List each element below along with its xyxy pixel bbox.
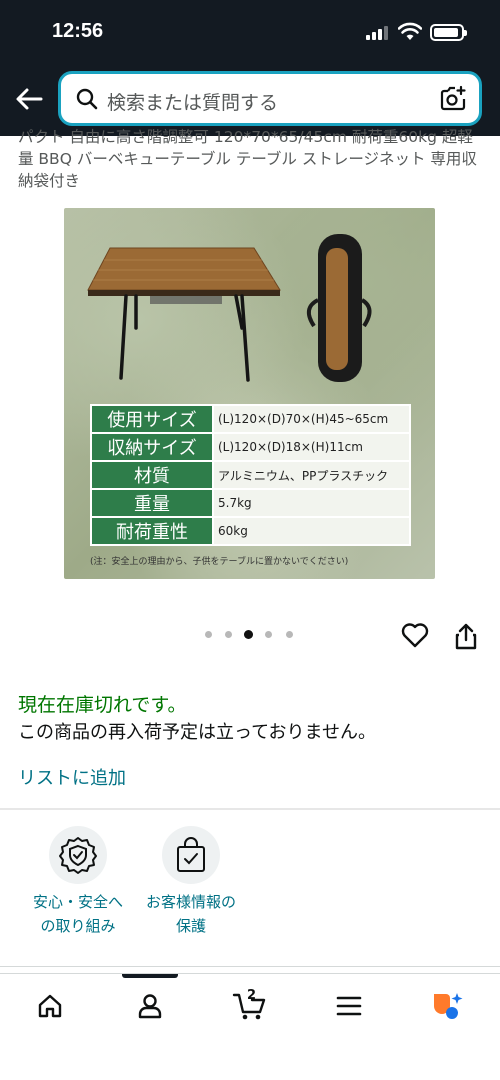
- feature-label: 安心・安全へ の取り組み: [18, 890, 138, 938]
- safety-badge-icon: [59, 837, 97, 874]
- feature-icon-circle: [49, 826, 107, 884]
- spec-value: アルミニウム、PPプラスチック: [212, 460, 411, 490]
- nav-menu[interactable]: [324, 988, 374, 1024]
- safety-note: (注：安全上の理由から、子供をテーブルに置かないでください): [90, 557, 349, 567]
- feature-label-line: 保護: [175, 917, 206, 935]
- nav-home[interactable]: [25, 988, 75, 1024]
- share-icon[interactable]: [454, 622, 478, 650]
- carousel-dot[interactable]: [265, 631, 272, 638]
- feature-icon-circle: [162, 826, 220, 884]
- customer-data-protection-link[interactable]: お客様情報の 保護: [131, 826, 251, 938]
- spec-row: 収納サイズ (L)120×(D)18×(H)11cm: [90, 432, 411, 462]
- feature-label-line: お客様情報の: [145, 893, 236, 911]
- spec-table: 使用サイズ (L)120×(D)70×(H)45~65cm 収納サイズ (L)1…: [90, 404, 411, 546]
- cart-count-badge: 2: [247, 988, 257, 1003]
- app-header: 12:56 検索または質問する: [0, 0, 500, 136]
- menu-icon: [336, 996, 362, 1016]
- secure-bag-icon: [177, 837, 205, 872]
- search-input[interactable]: 検索または質問する: [58, 71, 482, 126]
- search-icon: [76, 88, 98, 110]
- search-placeholder: 検索または質問する: [107, 92, 279, 114]
- wifi-icon: [398, 22, 422, 40]
- cellular-signal-icon: [366, 26, 388, 40]
- spec-row: 使用サイズ (L)120×(D)70×(H)45~65cm: [90, 404, 411, 434]
- feature-label-line: 安心・安全へ: [32, 893, 123, 911]
- back-arrow-icon[interactable]: [14, 86, 44, 112]
- spec-row: 耐荷重性 60kg: [90, 516, 411, 546]
- heart-icon[interactable]: [401, 622, 429, 648]
- safety-initiative-link[interactable]: 安心・安全へ の取り組み: [18, 826, 138, 938]
- battery-icon: [430, 24, 467, 41]
- spec-label: 収納サイズ: [90, 432, 214, 462]
- spec-row: 重量 5.7kg: [90, 488, 411, 518]
- ai-assistant-icon: [434, 993, 463, 1019]
- spec-value: 5.7kg: [212, 488, 411, 518]
- camera-search-icon[interactable]: [439, 85, 467, 113]
- carousel-dot[interactable]: [225, 631, 232, 638]
- spec-label: 使用サイズ: [90, 404, 214, 434]
- status-time: 12:56: [52, 20, 104, 42]
- spec-label: 耐荷重性: [90, 516, 214, 546]
- add-to-list-link[interactable]: リストに追加: [18, 764, 126, 790]
- section-divider: [0, 966, 500, 967]
- table-illustration: [87, 234, 372, 382]
- nav-ai-assistant[interactable]: [422, 988, 472, 1024]
- feature-label: お客様情報の 保護: [131, 890, 251, 938]
- product-image[interactable]: 使用サイズ (L)120×(D)70×(H)45~65cm 収納サイズ (L)1…: [64, 208, 435, 579]
- nav-selected-indicator: [122, 974, 178, 978]
- spec-label: 材質: [90, 460, 214, 490]
- nav-account[interactable]: [125, 988, 175, 1024]
- spec-row: 材質 アルミニウム、PPプラスチック: [90, 460, 411, 490]
- restock-message: この商品の再入荷予定は立っておりません。: [18, 722, 377, 743]
- spec-value: 60kg: [212, 516, 411, 546]
- spec-value: (L)120×(D)70×(H)45~65cm: [212, 404, 411, 434]
- section-divider: [0, 808, 500, 810]
- carousel-dot-active[interactable]: [244, 630, 253, 639]
- spec-label: 重量: [90, 488, 214, 518]
- spec-value: (L)120×(D)18×(H)11cm: [212, 432, 411, 462]
- carousel-dot[interactable]: [286, 631, 293, 638]
- stock-status: 現在在庫切れです。: [18, 694, 187, 716]
- product-title: パクト 自由に高さ階調整可 120*70*65/45cm 耐荷重60kg 超軽量…: [18, 128, 477, 190]
- feature-label-line: の取り組み: [40, 917, 116, 935]
- account-icon: [138, 994, 162, 1019]
- carousel-dot[interactable]: [205, 631, 212, 638]
- home-icon: [38, 994, 62, 1018]
